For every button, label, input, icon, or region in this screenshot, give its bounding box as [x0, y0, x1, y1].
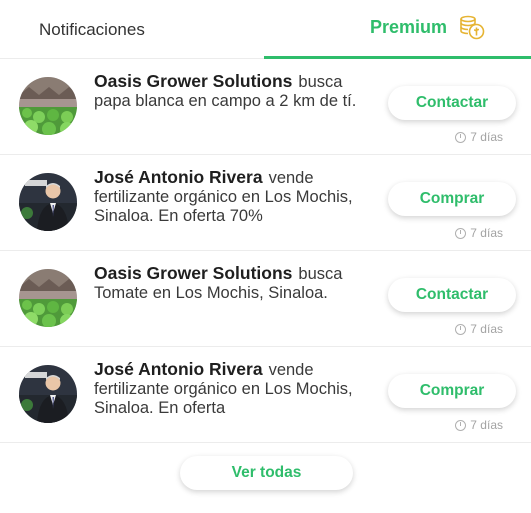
contact-button[interactable]: Contactar: [388, 278, 516, 312]
premium-coins-icon: [458, 13, 486, 41]
clock-icon: [455, 131, 467, 143]
time-text: 7 días: [470, 130, 503, 144]
notification-text: José Antonio Rivera vende fertilizante or…: [94, 360, 374, 418]
notification-message: fertilizante orgánico en Los Mochis, Sin…: [94, 380, 353, 417]
notification-verb: busca: [298, 73, 343, 91]
tab-premium[interactable]: Premium: [264, 0, 531, 59]
contact-button[interactable]: Contactar: [388, 86, 516, 120]
tab-premium-label: Premium: [370, 17, 448, 37]
tab-bar: Notificaciones Premium: [0, 0, 531, 59]
avatar-greenhouse: [19, 269, 77, 327]
clock-icon: [455, 419, 467, 431]
notification-text: Oasis Grower Solutions busca papa blanca …: [94, 72, 374, 111]
notification-verb: vende: [268, 169, 314, 187]
notification-item: Oasis Grower Solutions busca papa blanca …: [0, 58, 531, 155]
notification-text: Oasis Grower Solutions busca Tomate en Lo…: [94, 264, 374, 303]
notification-item: José Antonio Rivera vende fertilizante or…: [0, 154, 531, 251]
buy-button[interactable]: Comprar: [388, 182, 516, 216]
sender-name: Oasis Grower Solutions: [94, 71, 293, 91]
tab-notifications[interactable]: Notificaciones: [39, 20, 145, 40]
clock-icon: [455, 227, 467, 239]
time-text: 7 días: [470, 418, 503, 432]
sender-name: José Antonio Rivera: [94, 359, 263, 379]
notification-message: papa blanca en campo a 2 km de tí.: [94, 92, 357, 110]
clock-icon: [455, 323, 467, 335]
sender-name: José Antonio Rivera: [94, 167, 263, 187]
time-text: 7 días: [470, 322, 503, 336]
timestamp: 7 días: [433, 322, 503, 336]
see-all-button[interactable]: Ver todas: [180, 456, 353, 490]
notification-item: Oasis Grower Solutions busca Tomate en Lo…: [0, 250, 531, 347]
notification-message: Tomate en Los Mochis, Sinaloa.: [94, 284, 328, 302]
time-text: 7 días: [470, 226, 503, 240]
timestamp: 7 días: [433, 130, 503, 144]
notification-item: José Antonio Rivera vende fertilizante or…: [0, 346, 531, 443]
timestamp: 7 días: [433, 226, 503, 240]
notification-verb: busca: [298, 265, 343, 283]
notification-verb: vende: [268, 361, 314, 379]
sender-name: Oasis Grower Solutions: [94, 263, 293, 283]
buy-button[interactable]: Comprar: [388, 374, 516, 408]
notification-message: fertilizante orgánico en Los Mochis, Sin…: [94, 188, 353, 225]
timestamp: 7 días: [433, 418, 503, 432]
avatar-person: [19, 173, 77, 231]
avatar-person: [19, 365, 77, 423]
notification-text: José Antonio Rivera vende fertilizante or…: [94, 168, 374, 226]
avatar-greenhouse: [19, 77, 77, 135]
